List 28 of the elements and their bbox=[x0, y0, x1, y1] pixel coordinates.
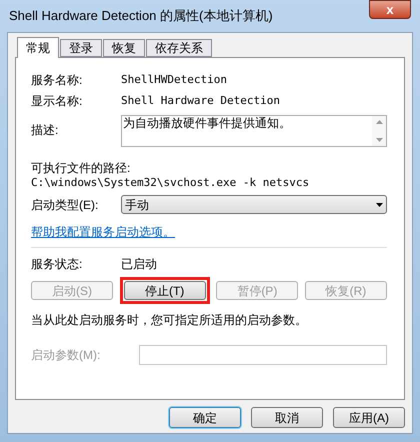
tab[interactable]: 依存关系 bbox=[146, 39, 212, 57]
tab[interactable]: 登录 bbox=[60, 39, 102, 57]
note-text: 当从此处启动服务时，您可指定所适用的启动参数。 bbox=[31, 312, 308, 329]
service-status: 已启动 bbox=[121, 256, 157, 273]
tab[interactable]: 恢复 bbox=[103, 39, 145, 57]
service-name: ShellHWDetection bbox=[121, 72, 227, 88]
field-label: 可执行文件的路径: bbox=[31, 160, 132, 175]
field-label: 启动类型(E): bbox=[31, 196, 100, 214]
description-box[interactable]: 为自动播放硬件事件提供通知。 bbox=[121, 115, 387, 147]
dialog-button[interactable]: 取消 bbox=[251, 407, 323, 428]
startup-type-dropdown[interactable]: 手动 bbox=[121, 195, 387, 214]
dialog-button[interactable]: 确定 bbox=[169, 407, 241, 428]
field-label: 启动参数(M): bbox=[31, 347, 102, 364]
help-link[interactable]: 帮助我配置服务启动选项。 bbox=[31, 223, 175, 241]
executable-path: C:\windows\System32\svchost.exe -k netsvcs bbox=[31, 175, 310, 190]
down-arrow-icon[interactable] bbox=[376, 138, 382, 142]
dialog-button[interactable]: 应用(A) bbox=[333, 407, 405, 428]
field-label: 描述: bbox=[31, 122, 60, 139]
display-name: Shell Hardware Detection bbox=[121, 92, 280, 109]
dropdown-arrow-icon bbox=[376, 202, 383, 206]
up-arrow-icon[interactable] bbox=[376, 120, 382, 124]
scroll-bar[interactable] bbox=[372, 116, 386, 146]
tab[interactable]: 常规 bbox=[17, 37, 59, 58]
service-button[interactable]: 停止(T) bbox=[124, 281, 206, 300]
field-label: 显示名称: bbox=[31, 93, 84, 110]
field-label: 服务状态: bbox=[31, 256, 84, 273]
window-title: Shell Hardware Detection 的属性(本地计算机) bbox=[9, 7, 273, 26]
field-label: 服务名称: bbox=[31, 72, 84, 89]
